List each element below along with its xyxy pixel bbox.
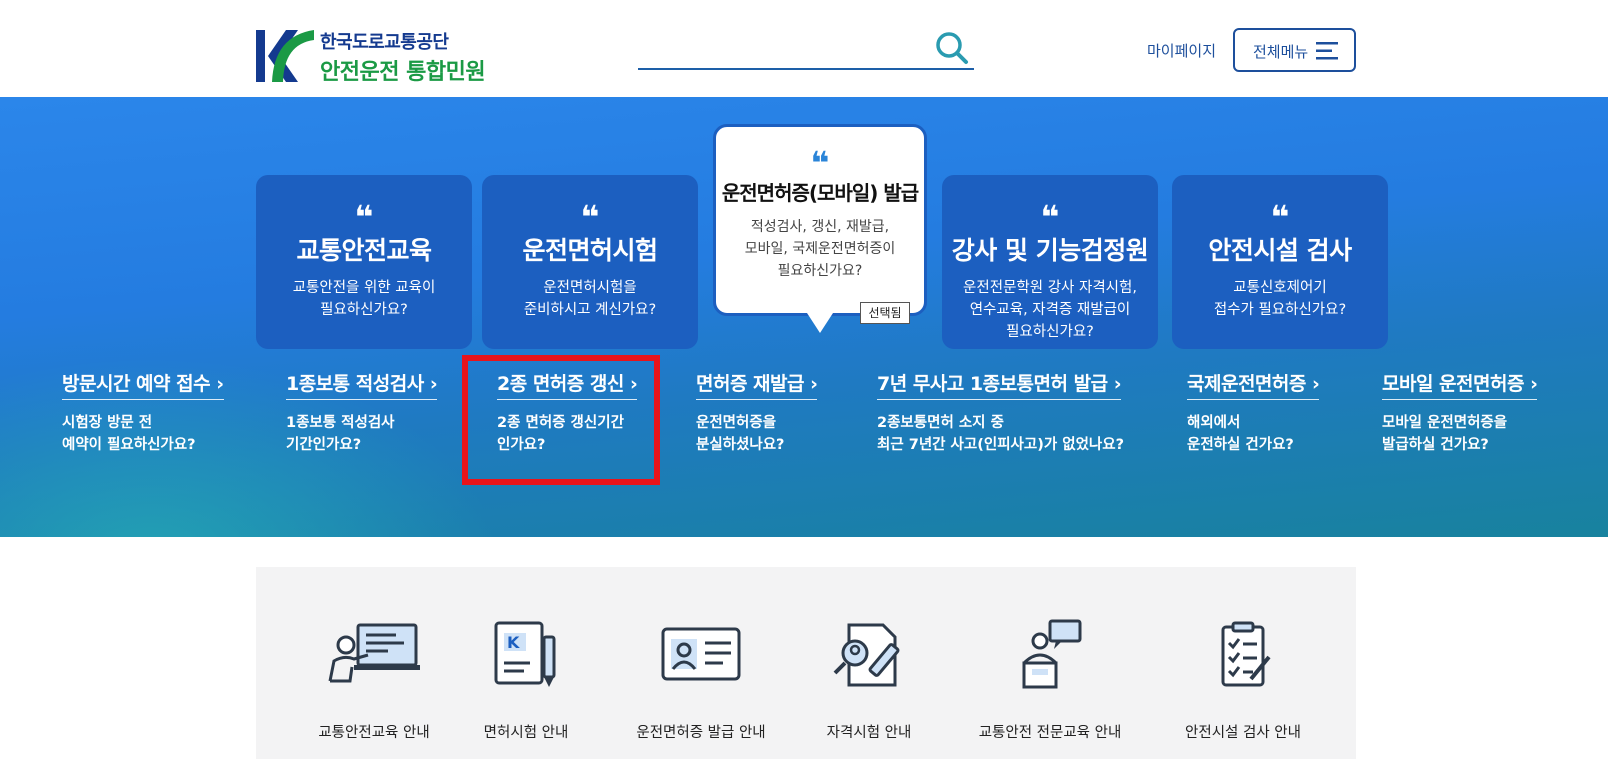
quick-link-international-license[interactable]: 국제운전면허증 › 해외에서 운전하실 건가요? [1187, 369, 1320, 456]
service-traffic-education-guide[interactable]: 교통안전교육 안내 [289, 619, 459, 742]
search-input[interactable] [638, 34, 918, 64]
card-safety-facility-inspection[interactable]: ❝ 안전시설 검사 교통신호제어기 접수가 필요하신가요? [1172, 175, 1388, 349]
card-traffic-safety-education[interactable]: ❝ 교통안전교육 교통안전을 위한 교육이 필요하신가요? [256, 175, 472, 349]
card-desc: 교통안전을 위한 교육이 필요하신가요? [292, 280, 436, 318]
quick-link-mobile-license[interactable]: 모바일 운전면허증 › 모바일 운전면허증을 발급하실 건가요? [1382, 369, 1538, 456]
quick-link-title: 국제운전면허증 › [1187, 369, 1320, 400]
service-label: 안전시설 검사 안내 [1185, 725, 1301, 741]
service-qualification-exam-guide[interactable]: 자격시험 안내 [784, 619, 954, 742]
quote-icon: ❝ [580, 198, 600, 236]
search-icon [936, 32, 968, 64]
card-instructor-examiner[interactable]: ❝ 강사 및 기능검정원 운전전문학원 강사 자격시험, 연수교육, 자격증 재… [942, 175, 1158, 349]
checklist-icon [1221, 621, 1271, 687]
all-menu-label: 전체메뉴 [1253, 43, 1309, 61]
lecturer-icon [1022, 619, 1082, 689]
logo-line1: 한국도로교통공단 [320, 32, 449, 53]
quick-link-desc: 해외에서 운전하실 건가요? [1187, 415, 1294, 453]
id-card-icon [661, 627, 741, 681]
chevron-right-icon: › [1530, 373, 1538, 395]
quick-link-title: 7년 무사고 1종보통면허 발급 › [877, 369, 1122, 400]
quick-link-title: 방문시간 예약 접수 › [62, 369, 224, 400]
service-label: 면허시험 안내 [483, 725, 569, 741]
quick-link-desc: 시험장 방문 전 예약이 필요하신가요? [62, 415, 196, 453]
presentation-icon [328, 623, 420, 683]
svg-text:K: K [507, 633, 520, 652]
quick-link-7year-accident-free[interactable]: 7년 무사고 1종보통면허 발급 › 2종보통면허 소지 중 최근 7년간 사고… [877, 369, 1124, 456]
hamburger-icon [1316, 42, 1338, 60]
service-label: 자격시험 안내 [826, 725, 912, 741]
quick-link-desc: 2종보통면허 소지 중 최근 7년간 사고(인피사고)가 없었나요? [877, 415, 1124, 453]
quick-link-visit-reservation[interactable]: 방문시간 예약 접수 › 시험장 방문 전 예약이 필요하신가요? [62, 369, 224, 456]
highlight-box [462, 355, 660, 485]
service-safety-facility-guide[interactable]: 안전시설 검사 안내 [1158, 619, 1328, 742]
logo-line2: 안전운전 통합민원 [320, 60, 486, 85]
all-menu-button[interactable]: 전체메뉴 [1233, 28, 1356, 72]
card-title: 강사 및 기능검정원 [951, 236, 1149, 265]
koroad-logo-icon [256, 30, 314, 82]
chevron-right-icon: › [1312, 373, 1320, 395]
card-license-issuance-selected[interactable]: ❝ 운전면허증(모바일) 발급 적성검사, 갱신, 재발급, 모바일, 국제운전… [713, 124, 927, 316]
speech-bubble-tail [807, 313, 833, 333]
quick-link-reissue[interactable]: 면허증 재발급 › 운전면허증을 분실하셨나요? [696, 369, 818, 456]
chevron-right-icon: › [429, 373, 438, 395]
service-label: 운전면허증 발급 안내 [636, 725, 766, 741]
quote-icon: ❝ [354, 198, 374, 236]
quote-icon: ❝ [810, 144, 830, 182]
card-title: 안전시설 검사 [1208, 236, 1352, 265]
service-license-exam-guide[interactable]: K 면허시험 안내 [441, 619, 611, 742]
hero-section: ❝ 교통안전교육 교통안전을 위한 교육이 필요하신가요? ❝ 운전면허시험 운… [0, 97, 1608, 537]
card-desc: 운전면허시험을 준비하시고 계신가요? [523, 280, 657, 318]
quick-link-desc: 운전면허증을 분실하셨나요? [696, 415, 785, 453]
service-professional-education-guide[interactable]: 교통안전 전문교육 안내 [965, 619, 1135, 742]
mypage-link[interactable]: 마이페이지 [1147, 40, 1216, 61]
quote-icon: ❝ [1270, 198, 1290, 236]
card-title: 운전면허증(모바일) 발급 [721, 181, 919, 205]
quick-link-title: 1종보통 적성검사 › [286, 369, 438, 400]
quick-link-aptitude-test[interactable]: 1종보통 적성검사 › 1종보통 적성검사 기간인가요? [286, 369, 438, 456]
service-label: 교통안전 전문교육 안내 [978, 725, 1122, 741]
chevron-right-icon: › [810, 373, 818, 395]
search-bar [638, 26, 974, 70]
quick-link-desc: 모바일 운전면허증을 발급하실 건가요? [1382, 415, 1508, 453]
card-desc: 운전전문학원 강사 자격시험, 연수교육, 자격증 재발급이 필요하신가요? [963, 280, 1137, 340]
card-title: 운전면허시험 [522, 236, 658, 265]
selected-badge: 선택됨 [860, 302, 910, 324]
quote-icon: ❝ [1040, 198, 1060, 236]
card-driving-license-test[interactable]: ❝ 운전면허시험 운전면허시험을 준비하시고 계신가요? [482, 175, 698, 349]
card-title: 교통안전교육 [296, 236, 432, 265]
license-exam-icon: K [494, 621, 556, 687]
chevron-right-icon: › [1113, 373, 1122, 395]
service-guide-section: 교통안전교육 안내 K 면허시험 안내 운전면허증 발급 안내 자격시험 안내 … [256, 567, 1356, 759]
quick-link-title: 면허증 재발급 › [696, 369, 818, 400]
service-label: 교통안전교육 안내 [318, 725, 430, 741]
search-button[interactable] [932, 28, 972, 68]
quick-link-title: 모바일 운전면허증 › [1382, 369, 1538, 400]
site-header: 한국도로교통공단 안전운전 통합민원 마이페이지 전체메뉴 [0, 0, 1608, 97]
qualification-exam-icon [833, 623, 900, 687]
site-logo[interactable]: 한국도로교통공단 안전운전 통합민원 [256, 26, 496, 86]
card-desc: 교통신호제어기 접수가 필요하신가요? [1213, 280, 1347, 318]
quick-link-desc: 1종보통 적성검사 기간인가요? [286, 415, 395, 453]
card-desc: 적성검사, 갱신, 재발급, 모바일, 국제운전면허증이 필요하신가요? [744, 219, 896, 279]
service-license-issuance-guide[interactable]: 운전면허증 발급 안내 [616, 619, 786, 742]
chevron-right-icon: › [216, 373, 224, 395]
